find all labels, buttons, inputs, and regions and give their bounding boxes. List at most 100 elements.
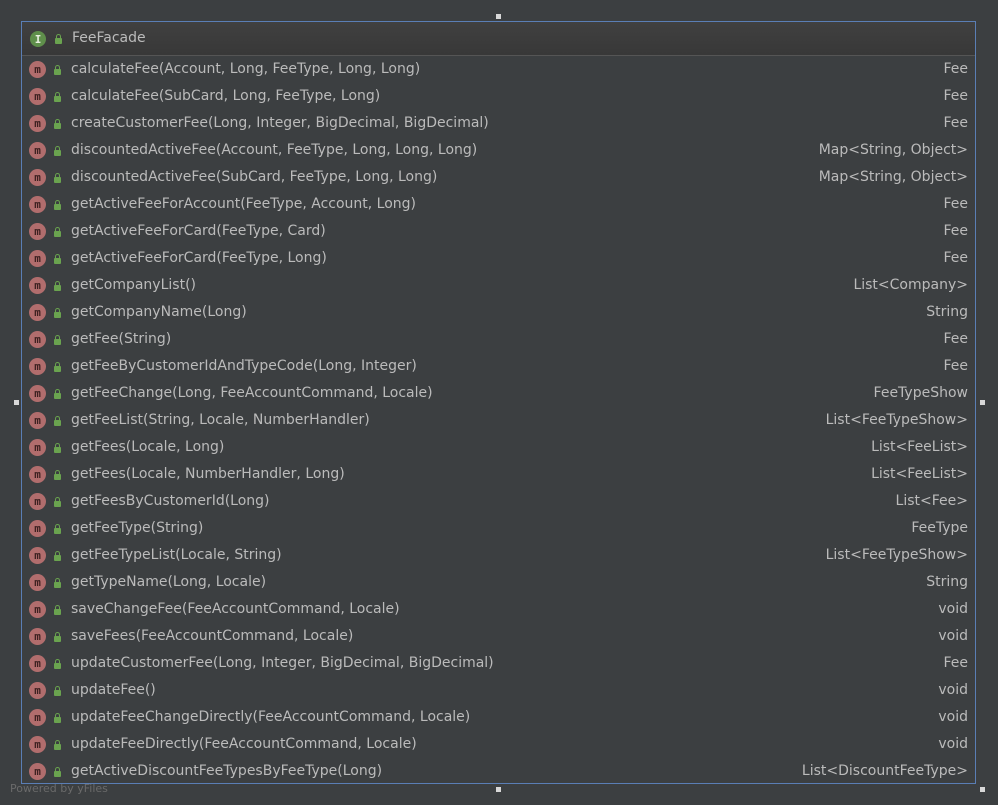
method-signature: getFeesByCustomerId(Long) [71,493,270,509]
method-row[interactable]: m getFees(Locale, NumberHandler, Long) Lis… [22,461,975,488]
class-node-feefacade[interactable]: I FeeFacade m calculateFee(Account, Long,… [21,21,976,784]
method-icon: m [29,385,46,402]
public-lock-icon [54,767,63,777]
method-return-type: String [926,304,968,320]
public-lock-icon [54,632,63,642]
method-icon: m [29,88,46,105]
method-icon: m [29,331,46,348]
method-row[interactable]: m getActiveFeeForCard(FeeType, Long) Fee [22,245,975,272]
method-row[interactable]: m discountedActiveFee(Account, FeeType, L… [22,137,975,164]
resize-handle-top[interactable] [496,14,501,19]
public-lock-icon [54,254,63,264]
method-icon: m [29,115,46,132]
method-row[interactable]: m discountedActiveFee(SubCard, FeeType, L… [22,164,975,191]
public-lock-icon [55,34,64,44]
public-lock-icon [54,200,63,210]
method-signature: updateFeeDirectly(FeeAccountCommand, Loc… [71,736,417,752]
method-return-type: Map<String, Object> [818,169,968,185]
public-lock-icon [54,65,63,75]
method-return-type: Fee [943,61,968,77]
method-signature: calculateFee(SubCard, Long, FeeType, Lon… [71,88,381,104]
method-return-type: void [938,601,968,617]
method-row[interactable]: m getFeeByCustomerIdAndTypeCode(Long, Int… [22,353,975,380]
method-signature: getFees(Locale, Long) [71,439,225,455]
method-return-type: List<Fee> [895,493,968,509]
method-signature: getActiveFeeForAccount(FeeType, Account,… [71,196,417,212]
method-signature: updateFee() [71,682,156,698]
method-row[interactable]: m getFeesByCustomerId(Long) List<Fee> [22,488,975,515]
method-row[interactable]: m getFeeType(String) FeeType [22,515,975,542]
resize-handle-bottom[interactable] [496,787,501,792]
method-return-type: Fee [943,655,968,671]
method-row[interactable]: m updateFeeChangeDirectly(FeeAccountComma… [22,704,975,731]
resize-handle-bottom-right[interactable] [980,787,985,792]
public-lock-icon [54,119,63,129]
method-row[interactable]: m getFeeList(String, Locale, NumberHandle… [22,407,975,434]
method-row[interactable]: m getFeeChange(Long, FeeAccountCommand, L… [22,380,975,407]
public-lock-icon [54,281,63,291]
method-signature: getActiveFeeForCard(FeeType, Card) [71,223,326,239]
method-row[interactable]: m getActiveFeeForCard(FeeType, Card) Fee [22,218,975,245]
method-row[interactable]: m getTypeName(Long, Locale) String [22,569,975,596]
method-return-type: FeeTypeShow [873,385,968,401]
method-icon: m [29,601,46,618]
method-row[interactable]: m getCompanyList() List<Company> [22,272,975,299]
class-node-header[interactable]: I FeeFacade [22,22,975,56]
public-lock-icon [54,524,63,534]
method-signature: discountedActiveFee(SubCard, FeeType, Lo… [71,169,438,185]
method-return-type: void [938,628,968,644]
method-row[interactable]: m saveFees(FeeAccountCommand, Locale) void [22,623,975,650]
method-signature: getActiveDiscountFeeTypesByFeeType(Long) [71,763,383,779]
method-row[interactable]: m createCustomerFee(Long, Integer, BigDec… [22,110,975,137]
method-row[interactable]: m getActiveFeeForAccount(FeeType, Account… [22,191,975,218]
method-return-type: Fee [943,250,968,266]
method-icon: m [29,439,46,456]
method-row[interactable]: m calculateFee(SubCard, Long, FeeType, Lo… [22,83,975,110]
class-name: FeeFacade [72,30,146,46]
method-return-type: List<DiscountFeeType> [801,763,968,779]
method-icon: m [29,61,46,78]
method-signature: getFees(Locale, NumberHandler, Long) [71,466,345,482]
method-icon: m [29,466,46,483]
method-return-type: void [938,682,968,698]
method-row[interactable]: m updateFee() void [22,677,975,704]
public-lock-icon [54,308,63,318]
method-signature: getCompanyList() [71,277,196,293]
public-lock-icon [54,227,63,237]
method-icon: m [29,547,46,564]
method-icon: m [29,223,46,240]
method-icon: m [29,520,46,537]
method-row[interactable]: m updateFeeDirectly(FeeAccountCommand, Lo… [22,731,975,758]
public-lock-icon [54,659,63,669]
method-signature: getFee(String) [71,331,172,347]
method-row[interactable]: m updateCustomerFee(Long, Integer, BigDec… [22,650,975,677]
method-row[interactable]: m calculateFee(Account, Long, FeeType, Lo… [22,56,975,83]
method-icon: m [29,250,46,267]
method-row[interactable]: m getFees(Locale, Long) List<FeeList> [22,434,975,461]
method-return-type: Fee [943,88,968,104]
public-lock-icon [54,335,63,345]
method-row[interactable]: m getFeeTypeList(Locale, String) List<FeeT… [22,542,975,569]
interface-icon: I [30,31,46,47]
method-row[interactable]: m getCompanyName(Long) String [22,299,975,326]
method-icon: m [29,142,46,159]
method-signature: getFeeByCustomerIdAndTypeCode(Long, Inte… [71,358,417,374]
method-icon: m [29,358,46,375]
method-return-type: Fee [943,196,968,212]
method-return-type: List<FeeList> [871,439,968,455]
method-row[interactable]: m getFee(String) Fee [22,326,975,353]
method-signature: updateCustomerFee(Long, Integer, BigDeci… [71,655,494,671]
public-lock-icon [54,578,63,588]
method-return-type: Fee [943,115,968,131]
resize-handle-left[interactable] [14,400,19,405]
method-signature: discountedActiveFee(Account, FeeType, Lo… [71,142,478,158]
public-lock-icon [54,146,63,156]
method-signature: getFeeList(String, Locale, NumberHandler… [71,412,370,428]
resize-handle-right[interactable] [980,400,985,405]
method-icon: m [29,655,46,672]
method-signature: getActiveFeeForCard(FeeType, Long) [71,250,327,266]
method-row[interactable]: m getActiveDiscountFeeTypesByFeeType(Long… [22,758,975,785]
method-signature: createCustomerFee(Long, Integer, BigDeci… [71,115,489,131]
public-lock-icon [54,605,63,615]
method-row[interactable]: m saveChangeFee(FeeAccountCommand, Locale… [22,596,975,623]
